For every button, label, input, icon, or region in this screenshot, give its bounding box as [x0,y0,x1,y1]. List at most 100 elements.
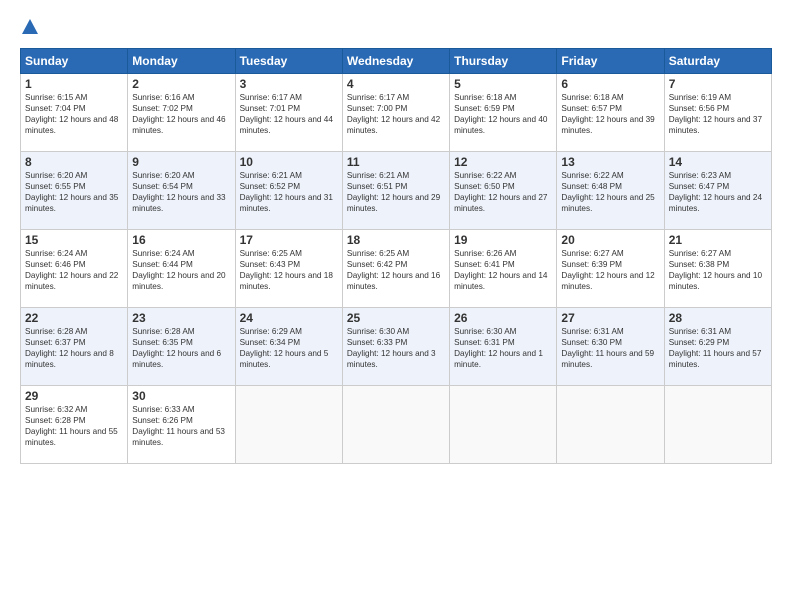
day-number: 22 [25,311,123,325]
day-number: 14 [669,155,767,169]
day-number: 20 [561,233,659,247]
calendar-cell: 27Sunrise: 6:31 AMSunset: 6:30 PMDayligh… [557,308,664,386]
calendar-cell: 3 Sunrise: 6:17 AMSunset: 7:01 PMDaylight… [235,74,342,152]
day-number: 5 [454,77,552,91]
calendar-cell: 4Sunrise: 6:17 AMSunset: 7:00 PMDaylight… [342,74,449,152]
cell-text: Sunrise: 6:23 AMSunset: 6:47 PMDaylight:… [669,171,762,213]
header-area [20,18,772,36]
calendar-cell: 21Sunrise: 6:27 AMSunset: 6:38 PMDayligh… [664,230,771,308]
cell-text: Sunrise: 6:31 AMSunset: 6:29 PMDaylight:… [669,327,762,369]
day-number: 19 [454,233,552,247]
cell-text: Sunrise: 6:21 AMSunset: 6:51 PMDaylight:… [347,171,440,213]
cell-text: Sunrise: 6:15 AMSunset: 7:04 PMDaylight:… [25,93,118,135]
day-number: 12 [454,155,552,169]
day-number: 3 [240,77,338,91]
calendar-week-2: 8Sunrise: 6:20 AMSunset: 6:55 PMDaylight… [21,152,772,230]
day-number: 29 [25,389,123,403]
calendar-cell: 23 Sunrise: 6:28 AMSunset: 6:35 PMDayligh… [128,308,235,386]
day-number: 1 [25,77,123,91]
cell-text: Sunrise: 6:21 AMSunset: 6:52 PMDaylight:… [240,171,333,213]
cell-text: Sunrise: 6:20 AMSunset: 6:54 PMDaylight:… [132,171,225,213]
day-number: 27 [561,311,659,325]
day-number: 15 [25,233,123,247]
calendar-cell: 24 Sunrise: 6:29 AMSunset: 6:34 PMDayligh… [235,308,342,386]
cell-text: Sunrise: 6:22 AMSunset: 6:50 PMDaylight:… [454,171,547,213]
calendar-cell: 29 Sunrise: 6:32 AMSunset: 6:28 PMDayligh… [21,386,128,464]
calendar-cell: 20 Sunrise: 6:27 AMSunset: 6:39 PMDayligh… [557,230,664,308]
calendar-header-monday: Monday [128,49,235,74]
cell-text: Sunrise: 6:25 AMSunset: 6:43 PMDaylight:… [240,249,333,291]
calendar-cell: 6Sunrise: 6:18 AMSunset: 6:57 PMDaylight… [557,74,664,152]
calendar-cell: 19 Sunrise: 6:26 AMSunset: 6:41 PMDayligh… [450,230,557,308]
logo [20,18,40,36]
day-number: 9 [132,155,230,169]
calendar-cell: 12 Sunrise: 6:22 AMSunset: 6:50 PMDayligh… [450,152,557,230]
day-number: 24 [240,311,338,325]
calendar-cell: 1 Sunrise: 6:15 AMSunset: 7:04 PMDaylight… [21,74,128,152]
cell-text: Sunrise: 6:24 AMSunset: 6:44 PMDaylight:… [132,249,225,291]
calendar-header-row: SundayMondayTuesdayWednesdayThursdayFrid… [21,49,772,74]
cell-text: Sunrise: 6:18 AMSunset: 6:59 PMDaylight:… [454,93,547,135]
calendar-cell [235,386,342,464]
cell-text: Sunrise: 6:28 AMSunset: 6:35 PMDaylight:… [132,327,221,369]
calendar-table: SundayMondayTuesdayWednesdayThursdayFrid… [20,48,772,464]
calendar-cell: 7 Sunrise: 6:19 AMSunset: 6:56 PMDaylight… [664,74,771,152]
cell-text: Sunrise: 6:16 AMSunset: 7:02 PMDaylight:… [132,93,225,135]
day-number: 2 [132,77,230,91]
calendar-cell [557,386,664,464]
cell-text: Sunrise: 6:18 AMSunset: 6:57 PMDaylight:… [561,93,654,135]
cell-text: Sunrise: 6:27 AMSunset: 6:39 PMDaylight:… [561,249,654,291]
day-number: 11 [347,155,445,169]
cell-text: Sunrise: 6:27 AMSunset: 6:38 PMDaylight:… [669,249,762,291]
cell-text: Sunrise: 6:32 AMSunset: 6:28 PMDaylight:… [25,405,118,447]
calendar-cell: 25 Sunrise: 6:30 AMSunset: 6:33 PMDayligh… [342,308,449,386]
page: SundayMondayTuesdayWednesdayThursdayFrid… [0,0,792,474]
day-number: 30 [132,389,230,403]
calendar-cell: 11 Sunrise: 6:21 AMSunset: 6:51 PMDayligh… [342,152,449,230]
cell-text: Sunrise: 6:30 AMSunset: 6:33 PMDaylight:… [347,327,436,369]
calendar-cell: 5 Sunrise: 6:18 AMSunset: 6:59 PMDaylight… [450,74,557,152]
calendar-cell: 14 Sunrise: 6:23 AMSunset: 6:47 PMDayligh… [664,152,771,230]
calendar-header-sunday: Sunday [21,49,128,74]
calendar-cell: 22 Sunrise: 6:28 AMSunset: 6:37 PMDayligh… [21,308,128,386]
logo-triangle-icon [21,18,39,36]
day-number: 26 [454,311,552,325]
calendar-cell: 9 Sunrise: 6:20 AMSunset: 6:54 PMDaylight… [128,152,235,230]
cell-text: Sunrise: 6:22 AMSunset: 6:48 PMDaylight:… [561,171,654,213]
day-number: 23 [132,311,230,325]
calendar-header-saturday: Saturday [664,49,771,74]
day-number: 16 [132,233,230,247]
calendar-cell: 10 Sunrise: 6:21 AMSunset: 6:52 PMDayligh… [235,152,342,230]
calendar-header-wednesday: Wednesday [342,49,449,74]
day-number: 25 [347,311,445,325]
calendar-cell: 16 Sunrise: 6:24 AMSunset: 6:44 PMDayligh… [128,230,235,308]
calendar-header-tuesday: Tuesday [235,49,342,74]
day-number: 28 [669,311,767,325]
calendar-cell: 8Sunrise: 6:20 AMSunset: 6:55 PMDaylight… [21,152,128,230]
calendar-header-thursday: Thursday [450,49,557,74]
day-number: 8 [25,155,123,169]
day-number: 17 [240,233,338,247]
day-number: 18 [347,233,445,247]
calendar-cell [664,386,771,464]
day-number: 10 [240,155,338,169]
cell-text: Sunrise: 6:19 AMSunset: 6:56 PMDaylight:… [669,93,762,135]
calendar-week-4: 22 Sunrise: 6:28 AMSunset: 6:37 PMDayligh… [21,308,772,386]
calendar-cell: 18 Sunrise: 6:25 AMSunset: 6:42 PMDayligh… [342,230,449,308]
cell-text: Sunrise: 6:33 AMSunset: 6:26 PMDaylight:… [132,405,225,447]
day-number: 7 [669,77,767,91]
calendar-cell: 15 Sunrise: 6:24 AMSunset: 6:46 PMDayligh… [21,230,128,308]
cell-text: Sunrise: 6:29 AMSunset: 6:34 PMDaylight:… [240,327,329,369]
cell-text: Sunrise: 6:26 AMSunset: 6:41 PMDaylight:… [454,249,547,291]
cell-text: Sunrise: 6:17 AMSunset: 7:01 PMDaylight:… [240,93,333,135]
calendar-cell: 17 Sunrise: 6:25 AMSunset: 6:43 PMDayligh… [235,230,342,308]
calendar-cell: 2 Sunrise: 6:16 AMSunset: 7:02 PMDaylight… [128,74,235,152]
day-number: 4 [347,77,445,91]
calendar-cell [342,386,449,464]
cell-text: Sunrise: 6:28 AMSunset: 6:37 PMDaylight:… [25,327,114,369]
cell-text: Sunrise: 6:24 AMSunset: 6:46 PMDaylight:… [25,249,118,291]
calendar-cell [450,386,557,464]
cell-text: Sunrise: 6:25 AMSunset: 6:42 PMDaylight:… [347,249,440,291]
calendar-week-1: 1 Sunrise: 6:15 AMSunset: 7:04 PMDaylight… [21,74,772,152]
calendar-cell: 13Sunrise: 6:22 AMSunset: 6:48 PMDayligh… [557,152,664,230]
